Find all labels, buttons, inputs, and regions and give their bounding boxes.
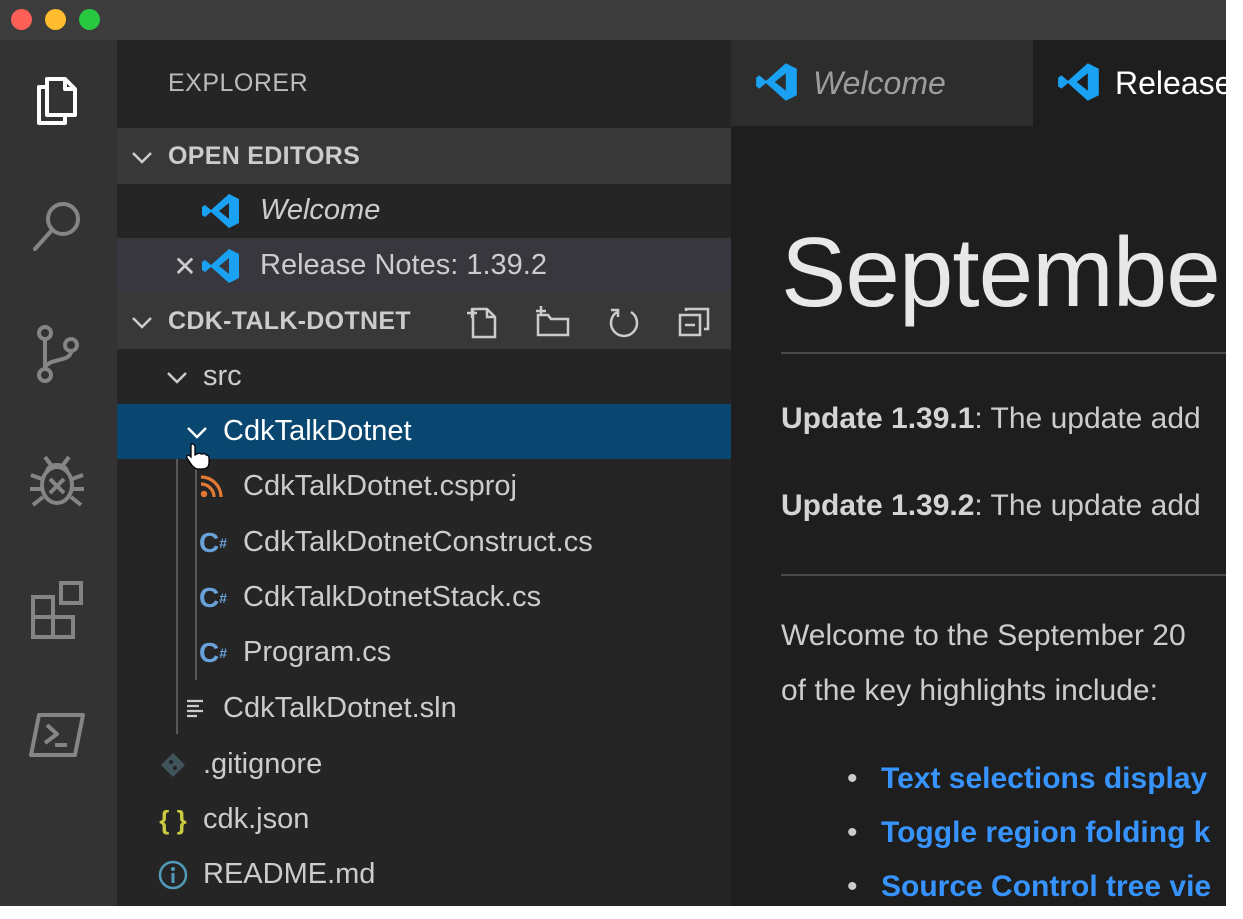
bullet: • (847, 870, 858, 903)
tree-item-label: CdkTalkDotnet.csproj (243, 470, 517, 502)
git-icon (153, 745, 193, 785)
update-2-text: : The update add (974, 489, 1201, 522)
debug-icon[interactable] (22, 446, 92, 516)
vscode-icon (201, 191, 241, 231)
close-icon[interactable]: ✕ (165, 246, 205, 286)
minimize-window-button[interactable] (45, 9, 66, 30)
tab-label: Welcome (813, 64, 946, 101)
vscode-icon (756, 63, 797, 101)
open-editors-header[interactable]: OPEN EDITORS (117, 128, 731, 184)
open-editor-item-release-notes[interactable]: ✕ Release Notes: 1.39.2 (117, 238, 731, 293)
release-notes-content: September Update 1.39.1: The update add … (731, 126, 1232, 910)
source-control-icon[interactable] (22, 318, 92, 388)
vscode-icon (201, 246, 241, 286)
vscode-window: EXPLORER OPEN EDITORS Welcome ✕ Release … (0, 0, 1232, 910)
tree-item-file[interactable]: CdkTalkDotnet.sln (117, 681, 731, 736)
update-2-label: Update 1.39.2 (781, 489, 975, 522)
close-window-button[interactable] (11, 9, 32, 30)
tree-item-label: CdkTalkDotnetConstruct.cs (243, 526, 593, 558)
divider (781, 352, 1232, 354)
csharp-icon: C # (198, 527, 228, 558)
title-bar (0, 0, 1232, 40)
welcome-line-1: Welcome to the September 20 (781, 619, 1186, 652)
update-1-label: Update 1.39.1 (781, 402, 975, 435)
tree-item-file[interactable]: .gitignore (117, 737, 731, 792)
chevron-down-icon (132, 317, 152, 329)
bullet: • (847, 816, 858, 849)
divider (781, 574, 1232, 576)
explorer-title: EXPLORER (168, 69, 309, 97)
lines-icon (176, 689, 216, 729)
activity-bar (0, 40, 117, 910)
tree-item-label: .gitignore (203, 748, 323, 780)
tree-item-label: README.md (203, 858, 376, 890)
tree-item-folder-selected[interactable]: CdkTalkDotnet (117, 404, 731, 470)
tree-item-label: CdkTalkDotnetStack.cs (243, 581, 542, 613)
tree-item-file[interactable]: C # Program.cs (117, 625, 731, 680)
tree-item-label: CdkTalkDotnet (223, 415, 412, 447)
update-1-text: : The update add (974, 402, 1201, 435)
tree-item-file[interactable]: C # CdkTalkDotnetStack.cs (117, 570, 731, 625)
explorer-toolbar (463, 303, 747, 341)
tree-item-file[interactable]: { } cdk.json (117, 792, 731, 847)
open-editors-label: OPEN EDITORS (168, 141, 361, 170)
refresh-icon[interactable] (605, 303, 676, 341)
tree-item-folder[interactable]: src (117, 349, 731, 404)
welcome-line-2: of the key highlights include: (781, 674, 1158, 707)
torn-edge (1226, 0, 1243, 919)
csharp-icon: C # (198, 637, 228, 668)
tree-item-label: Program.cs (243, 636, 392, 668)
vscode-icon (1058, 63, 1099, 101)
tree-item-label: CdkTalkDotnet.sln (223, 692, 457, 724)
terminal-icon[interactable] (22, 700, 92, 770)
editor-tabs: Welcome Release (731, 40, 1232, 126)
bullet: • (847, 762, 858, 795)
rss-icon (191, 467, 231, 507)
tree-item-file[interactable]: C # CdkTalkDotnetConstruct.cs (117, 515, 731, 570)
torn-edge (0, 906, 1243, 919)
project-section-header[interactable]: CDK-TALK-DOTNET (117, 293, 731, 349)
project-label: CDK-TALK-DOTNET (168, 306, 411, 335)
new-folder-icon[interactable] (534, 303, 605, 341)
search-icon[interactable] (22, 190, 92, 260)
update-2-paragraph: Update 1.39.2: The update add (781, 489, 1201, 523)
info-icon (153, 855, 193, 895)
update-1-paragraph: Update 1.39.1: The update add (781, 402, 1201, 436)
chevron-down-icon (132, 152, 152, 164)
chevron-down-icon (157, 357, 197, 397)
highlight-link[interactable]: Toggle region folding k (881, 816, 1210, 850)
tree-item-label: src (203, 360, 242, 392)
files-icon[interactable] (22, 64, 92, 134)
highlight-link[interactable]: Source Control tree vie (881, 870, 1211, 904)
tree-item-file[interactable]: README.md (117, 847, 731, 902)
page-title: September (781, 217, 1232, 327)
tree-item-file[interactable]: CdkTalkDotnet.csproj (117, 459, 731, 514)
new-file-icon[interactable] (463, 303, 534, 341)
highlight-link[interactable]: Text selections display (881, 762, 1207, 796)
explorer-sidebar: EXPLORER OPEN EDITORS Welcome ✕ Release … (117, 40, 731, 910)
tab-release-notes[interactable]: Release (1033, 40, 1232, 126)
open-editor-label: Welcome (260, 194, 381, 226)
tab-label: Release (1115, 64, 1232, 101)
maximize-window-button[interactable] (79, 9, 100, 30)
extensions-icon[interactable] (22, 574, 92, 644)
open-editor-item-welcome[interactable]: Welcome (117, 183, 731, 238)
tree-item-label: cdk.json (203, 803, 310, 835)
csharp-icon: C # (198, 582, 228, 613)
tab-welcome[interactable]: Welcome (731, 40, 1033, 126)
open-editor-label: Release Notes: 1.39.2 (260, 249, 547, 281)
braces-icon: { } (159, 804, 187, 835)
